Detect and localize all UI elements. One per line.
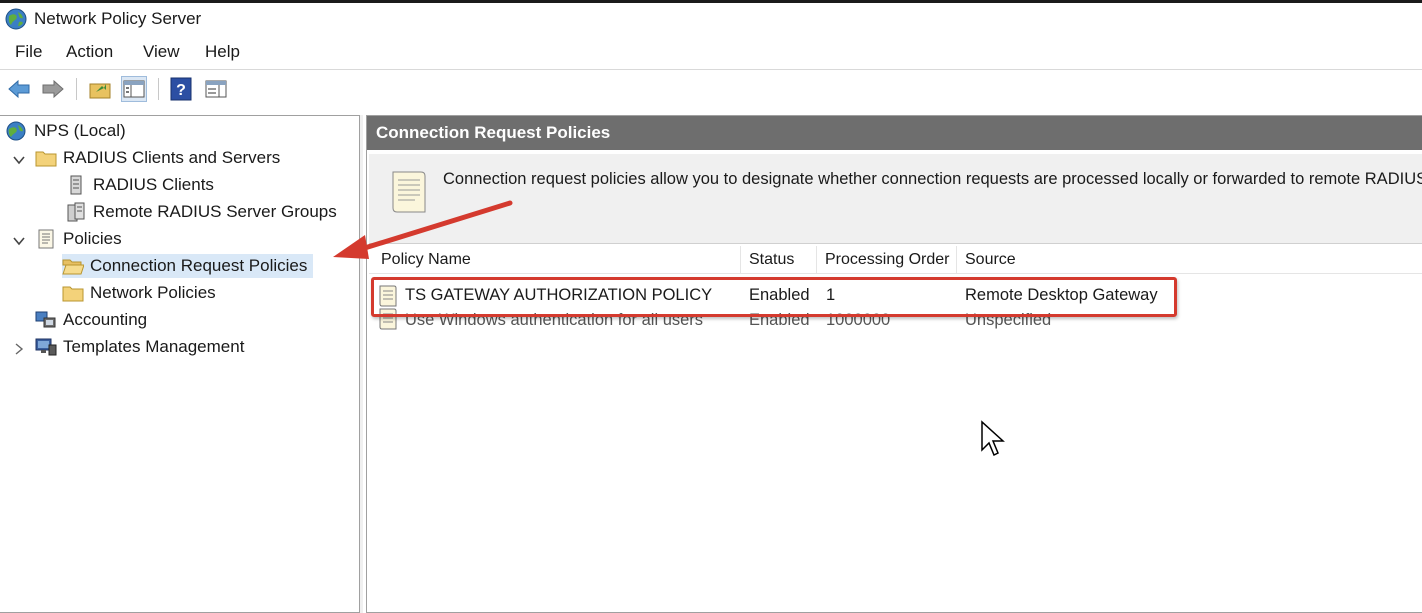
list-header: Policy Name Status Processing Order Sour… [369,246,1422,274]
tree-label: Remote RADIUS Server Groups [93,202,337,221]
toolbar-separator [158,78,159,100]
menu-view[interactable]: View [143,42,180,62]
tree-node-connection-request-policies[interactable]: Connection Request Policies [62,254,314,278]
source-cell: Remote Desktop Gateway [965,286,1158,304]
action-pane-icon [205,80,227,98]
action-pane-button[interactable] [203,76,229,102]
chevron-down-icon[interactable] [12,153,26,167]
toolbar: ? [0,70,1422,106]
tree-node-policies[interactable]: Policies [35,227,122,251]
tree-node-remote-radius-server-groups[interactable]: Remote RADIUS Server Groups [65,200,337,224]
tree-node-network-policies[interactable]: Network Policies [62,281,216,305]
tree-label: Network Policies [90,283,216,302]
chevron-down-icon[interactable] [12,234,26,248]
up-folder-icon [89,83,111,99]
accounting-icon [35,311,56,328]
folder-icon [62,286,84,302]
tree-label: NPS (Local) [34,121,126,140]
source-cell: Unspecified [965,311,1052,329]
forward-arrow-icon [42,79,64,99]
back-arrow-icon [8,79,30,99]
help-icon: ? [170,77,192,101]
window-title: Network Policy Server [34,9,202,28]
pane-title: Connection Request Policies [367,116,1422,150]
server-group-icon [67,202,85,222]
policy-row[interactable]: TS GATEWAY AUTHORIZATION POLICY Enabled … [369,283,1422,309]
menu-help[interactable]: Help [205,42,240,62]
back-button[interactable] [6,76,32,102]
nps-globe-icon [6,121,26,141]
up-one-level-button[interactable] [87,76,113,102]
menu-file[interactable]: File [15,42,42,62]
menu-bar: File Action View Help [0,36,1422,68]
tree-label: Connection Request Policies [90,256,308,275]
open-folder-icon [62,259,84,275]
processing-order-cell: 1 [826,286,836,304]
policy-row[interactable]: Use Windows authentication for all users… [369,308,1422,336]
svg-text:?: ? [176,82,186,99]
tree-node-templates-management[interactable]: Templates Management [35,335,244,359]
show-hide-console-tree-icon [123,80,145,98]
show-hide-tree-button[interactable] [121,76,147,102]
toolbar-separator [76,78,77,100]
processing-order-cell: 1000000 [826,311,891,329]
title-bar: Network Policy Server [0,3,1422,35]
column-header-policy-name[interactable]: Policy Name [373,246,741,274]
tree-label: Accounting [63,310,148,329]
tree-label: Templates Management [63,337,245,356]
tree-label: RADIUS Clients [93,175,214,194]
policy-document-icon [379,285,397,307]
description-text: Connection request policies allow you to… [443,170,1422,188]
tree-node-radius-clients-and-servers[interactable]: RADIUS Clients and Servers [35,146,280,170]
pane-splitter[interactable] [359,115,363,613]
chevron-right-icon[interactable] [12,342,26,356]
menu-action[interactable]: Action [66,42,113,62]
tree-node-radius-clients[interactable]: RADIUS Clients [65,173,214,197]
status-cell: Enabled [749,286,810,304]
column-header-status[interactable]: Status [741,246,817,274]
console-tree: NPS (Local) RADIUS Clients and Servers R… [0,115,362,613]
tree-node-accounting[interactable]: Accounting [35,308,147,332]
description-panel: Connection request policies allow you to… [369,154,1422,244]
column-header-processing-order[interactable]: Processing Order [817,246,957,274]
server-icon [70,175,82,195]
policy-scroll-icon [392,171,426,213]
forward-button[interactable] [40,76,66,102]
folder-icon [35,151,57,167]
policy-document-icon [379,308,397,330]
tree-node-nps-local[interactable]: NPS (Local) [6,119,126,143]
policy-name-cell: TS GATEWAY AUTHORIZATION POLICY [405,286,713,304]
tree-label: RADIUS Clients and Servers [63,148,281,167]
templates-icon [35,338,57,356]
nps-globe-icon [5,8,27,30]
column-header-source[interactable]: Source [957,246,1157,274]
help-button[interactable]: ? [168,76,194,102]
tree-label: Policies [63,229,122,248]
policy-name-cell: Use Windows authentication for all users [405,311,704,329]
status-cell: Enabled [749,311,810,329]
details-pane: Connection Request Policies Connection r… [366,115,1422,613]
policy-document-icon [38,229,54,249]
